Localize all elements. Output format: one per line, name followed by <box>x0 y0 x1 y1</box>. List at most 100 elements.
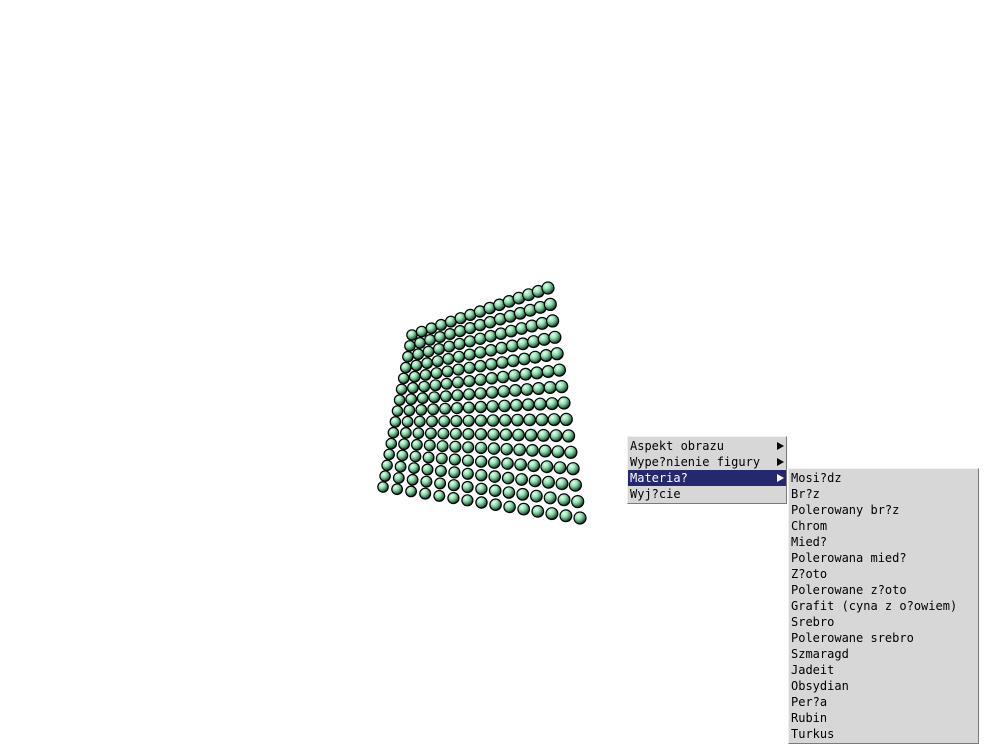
material-item-chrom[interactable]: Chrom <box>789 518 978 534</box>
lattice-sphere <box>552 363 567 377</box>
menu-item-label: Aspekt obrazu <box>630 439 724 453</box>
sphere-grid <box>377 281 587 525</box>
lattice-sphere <box>430 367 443 380</box>
material-item-polerowane-zloto[interactable]: Polerowane z?oto <box>789 582 978 598</box>
material-item-grafit[interactable]: Grafit (cyna z o?owiem) <box>789 598 978 614</box>
material-item-srebro[interactable]: Srebro <box>789 614 978 630</box>
lattice-sphere <box>568 478 583 492</box>
lattice-sphere <box>475 482 488 496</box>
lattice-sphere <box>527 335 541 349</box>
lattice-sphere <box>498 399 511 413</box>
menu-item-material[interactable]: Materia? <box>628 470 786 486</box>
lattice-sphere <box>533 397 547 411</box>
lattice-sphere <box>489 498 502 511</box>
lattice-sphere <box>535 413 549 427</box>
lattice-sphere <box>531 505 545 518</box>
lattice-sphere <box>463 388 476 401</box>
menu-item-wypelnienie-figury[interactable]: Wype?nienie figury <box>628 454 786 470</box>
lattice-sphere <box>564 445 578 459</box>
lattice-sphere <box>461 454 475 467</box>
lattice-sphere <box>441 365 454 378</box>
lattice-sphere <box>537 332 551 346</box>
lattice-sphere <box>405 485 418 498</box>
lattice-sphere <box>409 450 422 463</box>
material-item-polerowane-srebro[interactable]: Polerowane srebro <box>789 630 978 646</box>
lattice-sphere <box>516 487 530 501</box>
lattice-sphere <box>484 343 498 357</box>
lattice-sphere <box>555 477 569 491</box>
lattice-sphere <box>462 414 475 427</box>
lattice-sphere <box>559 509 573 523</box>
lattice-sphere <box>402 350 414 363</box>
material-item-mosiadz[interactable]: Mosi?dz <box>789 470 978 486</box>
lattice-sphere <box>418 380 431 393</box>
lattice-sphere <box>407 382 419 394</box>
material-item-obsydian[interactable]: Obsydian <box>789 678 978 694</box>
lattice-sphere <box>464 322 477 335</box>
lattice-sphere <box>424 427 437 440</box>
lattice-sphere <box>393 394 406 406</box>
material-item-szmaragd[interactable]: Szmaragd <box>789 646 978 662</box>
material-submenu: Mosi?dz Br?z Polerowany br?z Chrom Mied?… <box>788 468 979 744</box>
lattice-sphere <box>448 466 461 479</box>
material-item-perla[interactable]: Per?a <box>789 694 978 710</box>
lattice-sphere <box>545 507 559 521</box>
material-item-polerowana-miedz[interactable]: Polerowana mied? <box>789 550 978 566</box>
lattice-sphere <box>439 390 452 403</box>
lattice-sphere <box>517 502 531 516</box>
lattice-sphere <box>543 297 557 311</box>
lattice-sphere <box>451 376 465 389</box>
lattice-sphere <box>429 379 442 392</box>
lattice-sphere <box>501 471 515 485</box>
lattice-sphere <box>434 331 447 344</box>
material-item-polerowany-braz[interactable]: Polerowany br?z <box>789 502 978 518</box>
lattice-sphere <box>462 401 475 414</box>
lattice-sphere <box>555 380 569 394</box>
lattice-sphere <box>530 489 543 503</box>
lattice-sphere <box>548 330 562 344</box>
material-item-braz[interactable]: Br?z <box>789 486 978 502</box>
lattice-sphere <box>543 381 557 395</box>
lattice-sphere <box>499 428 513 441</box>
menu-item-aspekt-obrazu[interactable]: Aspekt obrazu <box>628 438 786 454</box>
lattice-sphere <box>557 396 571 410</box>
context-menu: Aspekt obrazu Wype?nienie figury Materia… <box>627 436 787 504</box>
lattice-sphere <box>415 325 428 338</box>
lattice-sphere <box>436 440 449 453</box>
lattice-sphere <box>449 427 462 440</box>
material-item-zloto[interactable]: Z?oto <box>789 566 978 582</box>
lattice-sphere <box>503 500 516 514</box>
lattice-sphere <box>474 441 488 455</box>
lattice-sphere <box>487 442 501 455</box>
material-item-miedz[interactable]: Mied? <box>789 534 978 550</box>
lattice-sphere <box>474 332 487 345</box>
lattice-sphere <box>422 345 435 358</box>
lattice-sphere <box>528 474 542 488</box>
material-item-rubin[interactable]: Rubin <box>789 710 978 726</box>
lattice-sphere <box>513 443 526 457</box>
lattice-sphere <box>397 372 410 385</box>
lattice-sphere <box>463 348 476 361</box>
lattice-sphere <box>545 397 559 411</box>
lattice-sphere <box>549 429 563 443</box>
lattice-sphere <box>411 438 423 451</box>
menu-item-wyjscie[interactable]: Wyj?cie <box>628 486 786 502</box>
material-item-turkus[interactable]: Turkus <box>789 726 978 742</box>
menu-item-label: Wyj?cie <box>630 487 681 501</box>
lattice-sphere <box>510 398 523 412</box>
lattice-sphere <box>494 327 508 340</box>
lattice-sphere <box>452 350 466 363</box>
lattice-sphere <box>406 329 418 341</box>
lattice-sphere <box>553 461 567 475</box>
lattice-sphere <box>521 398 535 412</box>
lattice-sphere <box>420 475 433 488</box>
lattice-sphere <box>440 377 453 390</box>
lattice-sphere <box>463 375 476 388</box>
lattice-sphere <box>505 339 519 353</box>
lattice-sphere <box>461 467 474 480</box>
material-item-jadeit[interactable]: Jadeit <box>789 662 978 678</box>
lattice-sphere <box>475 455 488 468</box>
lattice-sphere <box>532 382 546 396</box>
lattice-sphere <box>496 370 510 384</box>
lattice-sphere <box>523 413 537 427</box>
